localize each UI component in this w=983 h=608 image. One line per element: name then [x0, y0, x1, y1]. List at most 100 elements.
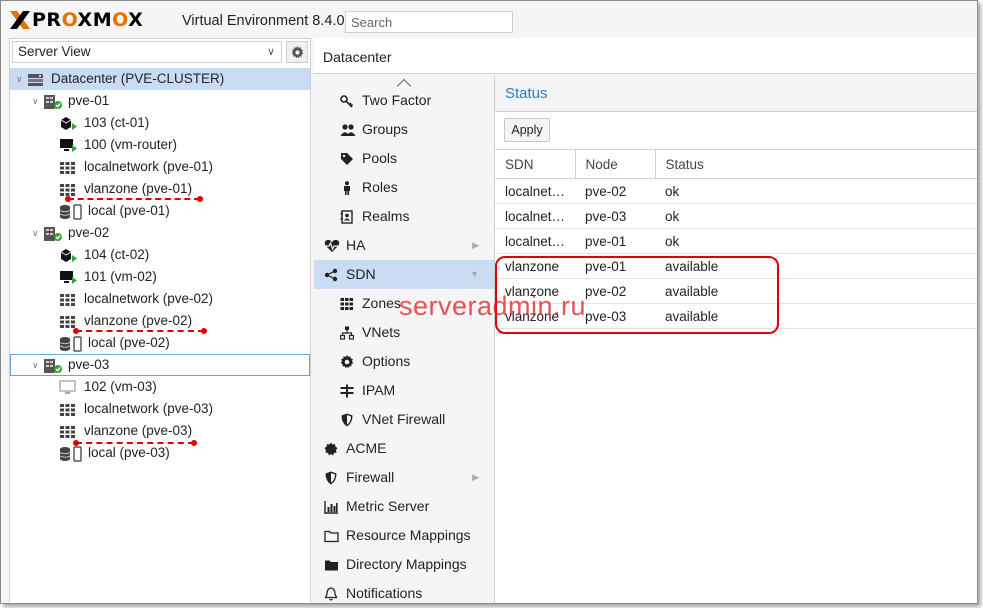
cell-status: ok — [655, 228, 977, 254]
nav-item-label: Roles — [362, 179, 398, 195]
nav-item-metric-server[interactable]: Metric Server — [314, 492, 494, 521]
tree-expand-toggle[interactable]: ∨ — [32, 354, 39, 376]
tree-item[interactable]: local (pve-01) — [10, 200, 310, 222]
cell-status: ok — [655, 178, 977, 204]
tree-item[interactable]: local (pve-03) — [10, 442, 310, 464]
table-row[interactable]: localnet… pve-03 ok — [495, 203, 977, 229]
address-book-icon — [340, 210, 354, 224]
node-online-icon — [43, 94, 62, 109]
status-title-bar: Status — [495, 75, 977, 112]
sdn-status-panel: Status Apply SDN Node Status localnet… pv… — [495, 75, 977, 603]
tree-datacenter[interactable]: ∨ Datacenter (PVE-CLUSTER) — [10, 68, 310, 90]
tree-item[interactable]: vlanzone (pve-01) — [10, 178, 310, 202]
node-online-icon — [43, 358, 62, 373]
app-window: PROXMOX Virtual Environment 8.4.0 Server… — [0, 0, 978, 604]
tree-item[interactable]: 102 (vm-03) — [10, 376, 310, 398]
tree-item[interactable]: 104 (ct-02) — [10, 244, 310, 266]
tree-expand-toggle[interactable]: ∨ — [32, 222, 39, 244]
nav-item-vnet-firewall[interactable]: VNet Firewall — [314, 405, 494, 434]
datacenter-icon — [27, 72, 45, 86]
nav-item-two-factor[interactable]: Two Factor — [314, 86, 494, 115]
nav-item-label: ACME — [346, 440, 387, 456]
tree-item[interactable]: 103 (ct-01) — [10, 112, 310, 134]
nav-item-label: Realms — [362, 208, 410, 224]
nav-item-vnets[interactable]: VNets — [314, 318, 494, 347]
nav-item-roles[interactable]: Roles — [314, 173, 494, 202]
tree-item[interactable]: 100 (vm-router) — [10, 134, 310, 156]
sdn-zone-icon — [59, 292, 77, 306]
tree-item[interactable]: localnetwork (pve-02) — [10, 288, 310, 310]
nav-item-pools[interactable]: Pools — [314, 144, 494, 173]
tree-item[interactable]: 101 (vm-02) — [10, 266, 310, 288]
gear-icon — [291, 45, 303, 58]
view-selector[interactable]: Server View ∨ — [12, 41, 282, 63]
nav-item-label: Groups — [362, 121, 408, 137]
tree-item[interactable]: vlanzone (pve-03) — [10, 420, 310, 446]
nav-item-acme[interactable]: ACME — [314, 434, 494, 463]
tree-expand-toggle[interactable]: ∨ — [16, 68, 23, 90]
tree-item-label: 100 (vm-router) — [84, 137, 178, 152]
nav-item-options[interactable]: Options — [314, 347, 494, 376]
tree-node-pve-01[interactable]: ∨ pve-01 — [10, 90, 310, 112]
tree-node-pve-02[interactable]: ∨ pve-02 — [10, 222, 310, 244]
breadcrumb: Datacenter — [323, 49, 392, 65]
tree-item[interactable]: localnetwork (pve-03) — [10, 398, 310, 420]
sdn-zone-icon — [59, 160, 77, 174]
tree-item-label: local (pve-02) — [88, 335, 170, 350]
sdn-zone-icon — [59, 402, 77, 416]
tree-item-label: vlanzone (pve-03) — [84, 423, 193, 438]
caret-right-icon: ▶ — [472, 472, 479, 482]
view-settings-button[interactable] — [286, 41, 308, 63]
cell-sdn: localnet… — [495, 178, 575, 204]
nav-item-ha[interactable]: HA ▶ — [314, 231, 494, 260]
column-header-status[interactable]: Status — [654, 149, 977, 179]
tree-item-label: localnetwork (pve-01) — [84, 159, 214, 174]
container-running-icon — [59, 248, 77, 262]
column-header-sdn[interactable]: SDN — [495, 149, 575, 179]
shield-icon — [324, 471, 338, 485]
nav-item-sdn[interactable]: SDN ▼ — [314, 260, 494, 289]
nav-item-realms[interactable]: Realms — [314, 202, 494, 231]
bell-icon — [324, 587, 338, 601]
tree-expand-toggle[interactable]: ∨ — [32, 90, 39, 112]
top-bar: PROXMOX Virtual Environment 8.4.0 — [1, 1, 977, 38]
storage-icon — [59, 204, 82, 220]
nav-item-label: HA — [346, 237, 366, 253]
storage-icon — [59, 336, 82, 352]
datacenter-nav-menu: Two Factor Groups Pools Roles Realms HA ▶ SDN ▼ Z… — [314, 75, 495, 603]
bar-chart-icon — [324, 500, 338, 514]
tree-item-label: pve-01 — [68, 93, 110, 108]
nav-item-ipam[interactable]: IPAM — [314, 376, 494, 405]
nav-item-groups[interactable]: Groups — [314, 115, 494, 144]
gear-icon — [340, 355, 354, 369]
nav-item-label: Resource Mappings — [346, 527, 471, 543]
tree-item-label: vlanzone (pve-01) — [84, 181, 193, 196]
nav-item-directory-mappings[interactable]: Directory Mappings — [314, 550, 494, 579]
tree-item-label: local (pve-01) — [88, 203, 170, 218]
container-running-icon — [59, 116, 77, 130]
proxmox-logo[interactable]: PROXMOX — [9, 9, 143, 31]
table-row[interactable]: localnet… pve-01 ok — [495, 228, 977, 254]
nav-item-label: Firewall — [346, 469, 395, 485]
nav-item-firewall[interactable]: Firewall ▶ — [314, 463, 494, 492]
nav-item-label: Two Factor — [362, 92, 432, 108]
tree-item[interactable]: localnetwork (pve-01) — [10, 156, 310, 178]
tree-item[interactable]: local (pve-02) — [10, 332, 310, 354]
tree-item[interactable]: vlanzone (pve-02) — [10, 310, 310, 334]
sdn-zone-icon — [59, 424, 77, 438]
cell-node: pve-01 — [575, 228, 655, 254]
table-row[interactable]: localnet… pve-02 ok — [495, 178, 977, 204]
vm-running-icon — [59, 138, 77, 152]
tree-item-label: 102 (vm-03) — [84, 379, 157, 394]
nav-item-notifications[interactable]: Notifications — [314, 579, 494, 603]
nav-item-resource-mappings[interactable]: Resource Mappings — [314, 521, 494, 550]
caret-right-icon: ▶ — [472, 240, 479, 250]
column-header-node[interactable]: Node — [574, 149, 655, 179]
tree-item-label: 104 (ct-02) — [84, 247, 150, 262]
tags-icon — [340, 152, 354, 166]
tree-node-pve-03[interactable]: ∨ pve-03 — [10, 354, 310, 376]
search-input[interactable] — [345, 11, 513, 33]
apply-button[interactable]: Apply — [504, 118, 550, 142]
ipam-icon — [340, 384, 354, 398]
proxmox-x-icon — [10, 11, 30, 29]
